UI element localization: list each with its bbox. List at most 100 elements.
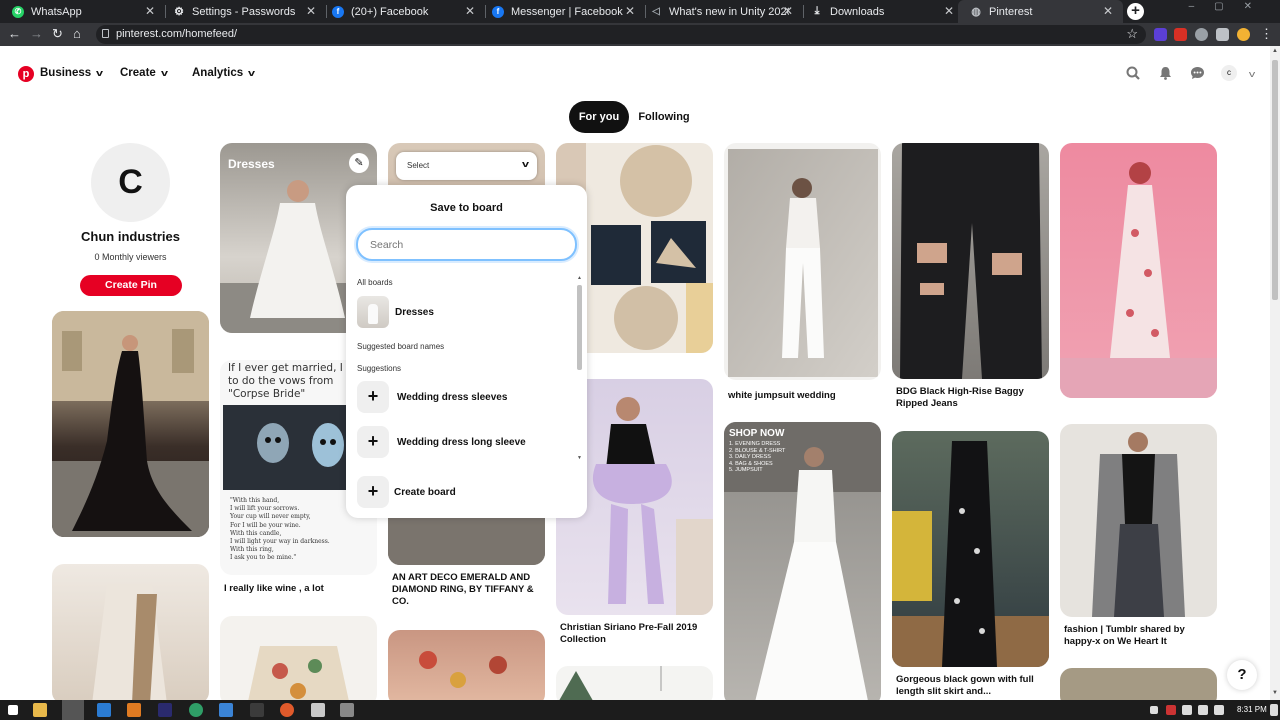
tray-icon[interactable] xyxy=(1150,706,1158,714)
pin-floral-skirt-image[interactable] xyxy=(220,616,377,706)
photoshop-icon[interactable] xyxy=(158,703,172,717)
tab-downloads[interactable]: ⤓ Downloads ✕ xyxy=(799,0,964,23)
search-icon[interactable] xyxy=(1125,66,1141,82)
analytics-menu[interactable]: Analytics v xyxy=(192,67,255,79)
pin-ripped-jeans-image[interactable] xyxy=(892,143,1049,379)
tray-icon[interactable] xyxy=(1182,705,1192,715)
reload-icon[interactable]: ↻ xyxy=(52,26,63,42)
board-select-dropdown[interactable]: Select v xyxy=(396,152,537,180)
tab-whatsapp[interactable]: ✆ WhatsApp ✕ xyxy=(0,0,165,23)
help-button[interactable]: ? xyxy=(1227,660,1257,690)
back-icon[interactable]: ← xyxy=(8,26,21,42)
close-icon[interactable]: ✕ xyxy=(306,4,316,18)
scroll-down-icon[interactable]: ▼ xyxy=(1272,690,1278,696)
tab-settings-passwords[interactable]: ⚙ Settings - Passwords ✕ xyxy=(161,0,326,23)
url-text[interactable]: pinterest.com/homefeed/ xyxy=(116,28,237,40)
close-icon[interactable]: ✕ xyxy=(1103,4,1113,18)
pin-trench-coat-image[interactable] xyxy=(52,564,209,704)
window-controls[interactable]: –▢✕ xyxy=(1189,1,1272,12)
notifications-icon[interactable] xyxy=(1270,704,1278,716)
close-icon[interactable]: ✕ xyxy=(944,4,954,18)
menu-dots-icon[interactable]: ⋮ xyxy=(1260,26,1273,42)
windows-start-icon[interactable] xyxy=(8,705,18,715)
puzzle-icon[interactable] xyxy=(1216,28,1229,41)
business-menu[interactable]: Business v xyxy=(40,67,103,79)
firefox-icon[interactable] xyxy=(280,703,294,717)
close-icon[interactable]: ✕ xyxy=(625,4,635,18)
tab-pinterest[interactable]: ◍ Pinterest ✕ xyxy=(958,0,1123,23)
edit-pencil-icon[interactable]: ✎ xyxy=(349,153,369,173)
forward-icon[interactable]: → xyxy=(30,26,43,42)
scroll-up-icon[interactable]: ▲ xyxy=(577,275,582,281)
tab-following[interactable]: Following xyxy=(634,101,694,133)
app-icon[interactable] xyxy=(311,703,325,717)
pin-caption-ring[interactable]: AN ART DECO EMERALD AND DIAMOND RING, BY… xyxy=(392,572,542,608)
profile-name[interactable]: Chun industries xyxy=(52,229,209,244)
pin-black-gown-slit-image[interactable] xyxy=(892,431,1049,667)
pin-jumpsuit-image[interactable] xyxy=(724,143,881,380)
pin-caption-gown[interactable]: Gorgeous black gown with full length sli… xyxy=(896,674,1046,698)
chrome-taskbar-icon[interactable] xyxy=(62,700,84,720)
extension-icon[interactable] xyxy=(1195,28,1208,41)
app-icon[interactable] xyxy=(127,703,141,717)
wifi-icon[interactable] xyxy=(1198,705,1208,715)
board-search-input[interactable] xyxy=(356,228,577,261)
scrollbar-thumb[interactable] xyxy=(1272,60,1278,300)
profile-avatar[interactable]: C xyxy=(91,143,170,222)
notifications-bell-icon[interactable] xyxy=(1157,66,1173,82)
app-icon[interactable] xyxy=(250,703,264,717)
messages-icon[interactable] xyxy=(1189,66,1205,82)
scroll-down-icon[interactable]: ▼ xyxy=(577,455,582,461)
file-explorer-icon[interactable] xyxy=(33,703,47,717)
create-board-button[interactable]: + Create board xyxy=(357,476,456,508)
tray-icon[interactable] xyxy=(1166,705,1176,715)
windows-taskbar: 8:31 PM xyxy=(0,700,1280,720)
avatar-icon[interactable] xyxy=(1237,28,1250,41)
extension-icon[interactable] xyxy=(1154,28,1167,41)
suggestion-row[interactable]: + Wedding dress long sleeve xyxy=(357,426,526,458)
scroll-up-icon[interactable]: ▲ xyxy=(1272,48,1278,54)
app-icon[interactable] xyxy=(189,703,203,717)
new-tab-button[interactable]: + xyxy=(1127,3,1144,20)
home-icon[interactable]: ⌂ xyxy=(73,26,81,42)
tab-for-you[interactable]: For you xyxy=(569,101,629,133)
page-scrollbar[interactable]: ▲ ▼ xyxy=(1270,46,1280,700)
vscode-icon[interactable] xyxy=(97,703,111,717)
suggestion-row[interactable]: + Wedding dress sleeves xyxy=(357,381,507,413)
tab-unity[interactable]: ◁ What's new in Unity 2020.2.1 - U ✕ xyxy=(638,0,803,23)
adblock-icon[interactable] xyxy=(1174,28,1187,41)
popover-scrollbar[interactable]: ▲ ▼ xyxy=(576,275,583,465)
pin-shop-now-image[interactable]: SHOP NOW 1. EVENING DRESS 2. BLOUSE & T-… xyxy=(724,422,881,706)
select-label: Select xyxy=(407,161,430,170)
mail-icon[interactable] xyxy=(219,703,233,717)
pin-caption-jumpsuit[interactable]: white jumpsuit wedding xyxy=(728,390,878,402)
clock-time[interactable]: 8:31 PM xyxy=(1237,705,1267,714)
pin-illustration xyxy=(419,651,507,688)
pin-black-gown-image[interactable] xyxy=(52,311,209,537)
pin-caption-siriano[interactable]: Christian Siriano Pre-Fall 2019 Collecti… xyxy=(560,622,710,646)
close-icon[interactable]: ✕ xyxy=(465,4,475,18)
close-icon[interactable]: ✕ xyxy=(783,4,793,18)
create-pin-button[interactable]: Create Pin xyxy=(80,275,182,296)
pin-caption-jeans[interactable]: BDG Black High-Rise Baggy Ripped Jeans xyxy=(896,386,1046,410)
pin-caption-fashion[interactable]: fashion | Tumblr shared by happy-x on We… xyxy=(1064,624,1214,648)
scrollbar-thumb[interactable] xyxy=(577,285,582,370)
pin-floral-dress-image[interactable] xyxy=(1060,143,1217,398)
account-chevron-down-icon[interactable]: v xyxy=(1241,66,1263,82)
create-menu[interactable]: Create v xyxy=(120,67,168,79)
tab-messenger[interactable]: f Messenger | Facebook ✕ xyxy=(480,0,645,23)
pin-fashion-tumblr-image[interactable] xyxy=(1060,424,1217,617)
app-icon[interactable] xyxy=(340,703,354,717)
bookmark-star-icon[interactable]: ☆ xyxy=(1126,26,1138,42)
address-bar[interactable]: pinterest.com/homefeed/ ☆ xyxy=(96,25,1146,44)
pinterest-logo-icon[interactable]: p xyxy=(18,66,34,82)
volume-icon[interactable] xyxy=(1214,705,1224,715)
tab-facebook[interactable]: f (20+) Facebook ✕ xyxy=(320,0,485,23)
board-row-dresses[interactable]: Dresses xyxy=(357,296,434,328)
pin-caption-wine[interactable]: I really like wine , a lot xyxy=(224,583,374,595)
plus-icon: + xyxy=(357,381,389,413)
analytics-label: Analytics xyxy=(192,67,244,79)
header-avatar[interactable]: c xyxy=(1221,65,1237,81)
close-icon[interactable]: ✕ xyxy=(145,4,155,18)
pin-floral-top-image[interactable] xyxy=(388,630,545,706)
